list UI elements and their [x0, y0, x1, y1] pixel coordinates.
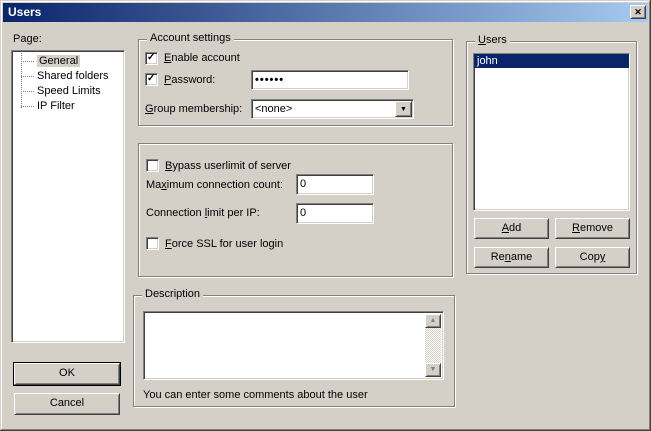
users-list[interactable]: john [473, 53, 630, 211]
bypass-userlimit-label: Bypass userlimit of server [165, 160, 291, 173]
description-textarea[interactable]: ▲ ▼ [143, 311, 444, 380]
description-scrollbar[interactable]: ▲ ▼ [425, 314, 441, 377]
tree-item-label: IP Filter [37, 100, 75, 112]
title-bar[interactable]: Users ✕ [3, 3, 648, 22]
chevron-down-icon[interactable]: ▼ [395, 101, 412, 117]
description-caption: You can enter some comments about the us… [143, 389, 368, 402]
force-ssl-checkbox[interactable] [146, 237, 159, 250]
connection-limit-ip-input[interactable]: 0 [296, 203, 374, 224]
window-title: Users [8, 5, 41, 19]
users-dialog: Users ✕ Page: General Shared folders Spe… [0, 0, 651, 431]
bypass-userlimit-checkbox[interactable] [146, 159, 159, 172]
tree-item-label: Speed Limits [37, 85, 101, 97]
description-group: Description ▲ ▼ You can enter some comme… [133, 295, 455, 407]
tree-item-label: General [37, 55, 80, 67]
group-membership-select[interactable]: <none> ▼ [251, 99, 414, 119]
password-input[interactable]: •••••• [251, 70, 409, 90]
add-user-button[interactable]: Add [474, 218, 549, 239]
account-settings-group: Account settings ✓ Enable account ✓ Pass… [138, 39, 453, 126]
connection-limit-ip-label: Connection limit per IP: [146, 207, 260, 220]
sidebar-item-speed-limits[interactable]: Speed Limits [12, 84, 124, 99]
max-connection-input[interactable]: 0 [296, 174, 374, 195]
scrollbar-track[interactable] [425, 328, 441, 363]
max-connection-label: Maximum connection count: [146, 179, 283, 192]
check-icon: ✓ [147, 72, 155, 85]
enable-account-label: Enable account [164, 52, 240, 65]
close-icon[interactable]: ✕ [630, 5, 646, 19]
page-tree[interactable]: General Shared folders Speed Limits IP F… [11, 50, 125, 343]
password-label: Password: [164, 74, 215, 87]
page-label: Page: [13, 33, 42, 46]
cancel-button[interactable]: Cancel [14, 393, 120, 415]
scroll-up-icon[interactable]: ▲ [425, 314, 441, 328]
connection-limits-frame: Bypass userlimit of server Maximum conne… [138, 143, 453, 277]
scroll-down-icon[interactable]: ▼ [425, 363, 441, 377]
sidebar-item-shared-folders[interactable]: Shared folders [12, 69, 124, 84]
group-membership-value: <none> [255, 103, 292, 115]
sidebar-item-general[interactable]: General [12, 54, 124, 69]
copy-user-button[interactable]: Copy [555, 247, 630, 268]
password-checkbox[interactable]: ✓ [145, 73, 158, 86]
rename-user-button[interactable]: Rename [474, 247, 549, 268]
users-group-label: Users [475, 34, 510, 47]
force-ssl-label: Force SSL for user login [165, 238, 283, 251]
sidebar-item-ip-filter[interactable]: IP Filter [12, 99, 124, 114]
remove-user-button[interactable]: Remove [555, 218, 630, 239]
enable-account-checkbox[interactable]: ✓ [145, 52, 158, 65]
group-membership-label: Group membership: [145, 103, 242, 116]
account-settings-group-label: Account settings [147, 32, 234, 45]
users-group: Users john Add Remove Rename Copy [466, 41, 637, 274]
list-item-user[interactable]: john [474, 54, 629, 68]
ok-button[interactable]: OK [14, 363, 120, 385]
tree-item-label: Shared folders [37, 70, 109, 82]
check-icon: ✓ [147, 51, 155, 64]
description-group-label: Description [142, 288, 203, 301]
